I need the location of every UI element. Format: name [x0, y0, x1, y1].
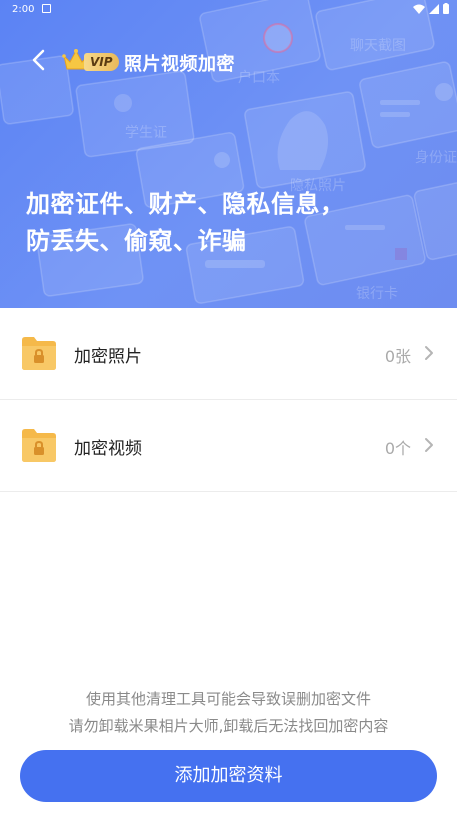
list-item-encrypted-videos[interactable]: 加密视频 0个 [0, 400, 457, 492]
status-time: 2:00 [12, 4, 35, 15]
list-item-count: 0个 [384, 439, 411, 458]
vip-badge: VIP [84, 53, 119, 71]
list-item-label: 加密照片 [74, 347, 142, 367]
warning-notice: 使用其他清理工具可能会导致误删加密文件 请勿卸载米果相片大师,卸载后无法找回加密… [0, 686, 457, 740]
folder-lock-icon [22, 337, 56, 370]
list-item-count: 0张 [384, 347, 411, 366]
notification-icon [42, 4, 51, 13]
encrypted-folder-list: 加密照片 0张 加密视频 0个 [0, 308, 457, 492]
illustration-label-xueshengzheng: 学生证 [125, 125, 167, 141]
list-item-encrypted-photos[interactable]: 加密照片 0张 [0, 308, 457, 400]
hero-banner: 户口本 聊天截图 学生证 身份证 银行卡 隐私照片 2:00 VIP 照片视频加… [0, 0, 457, 308]
slogan-line-2: 防丢失、偷窥、诈骗 [26, 227, 247, 255]
header: VIP 照片视频加密 [0, 40, 457, 80]
back-arrow-icon[interactable] [26, 46, 54, 74]
notice-line-1: 使用其他清理工具可能会导致误删加密文件 [85, 690, 371, 708]
chevron-right-icon [425, 438, 433, 452]
illustration-label-shenfenzheng: 身份证 [415, 150, 457, 166]
wifi-icon [413, 4, 425, 14]
illustration-label-yinhangka: 银行卡 [356, 286, 398, 302]
screen: 户口本 聊天截图 学生证 身份证 银行卡 隐私照片 2:00 VIP 照片视频加… [0, 0, 457, 814]
list-item-label: 加密视频 [74, 439, 142, 459]
folder-lock-icon [22, 429, 56, 462]
status-bar: 2:00 [0, 0, 457, 20]
battery-icon [443, 3, 449, 14]
hero-slogan: 加密证件、财产、隐私信息， 防丢失、偷窥、诈骗 [26, 186, 345, 260]
chevron-right-icon [425, 346, 433, 360]
slogan-line-1: 加密证件、财产、隐私信息， [26, 190, 345, 218]
page-title: 照片视频加密 [124, 54, 235, 75]
signal-icon [429, 3, 439, 14]
status-icons [413, 3, 449, 14]
add-encrypted-content-button[interactable]: 添加加密资料 [20, 750, 437, 802]
notice-line-2: 请勿卸载米果相片大师,卸载后无法找回加密内容 [68, 717, 389, 735]
